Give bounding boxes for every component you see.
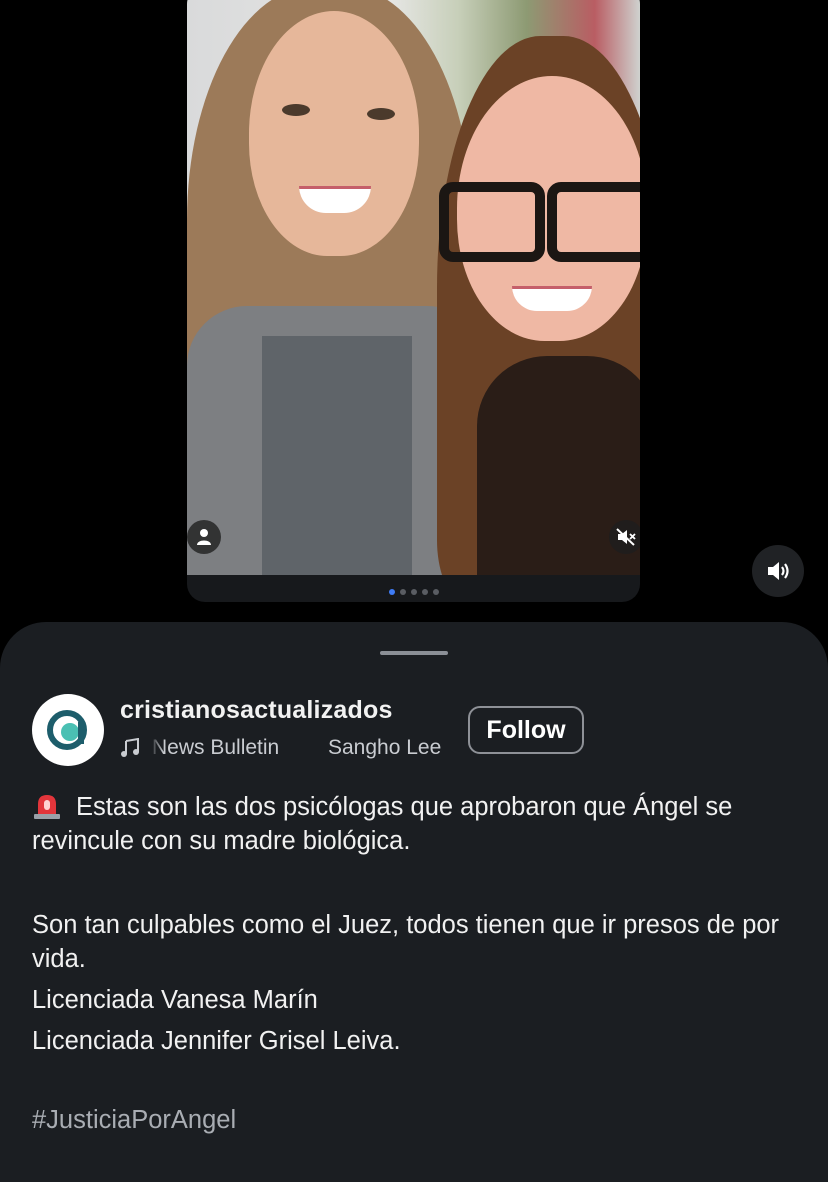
music-note-icon <box>120 737 140 764</box>
music-track-secondary: Sangho Lee <box>328 736 442 759</box>
carousel-dot <box>399 589 406 595</box>
username[interactable]: cristianosactualizados <box>120 696 393 725</box>
follow-button[interactable]: Follow <box>468 706 584 754</box>
photo-mouth-right <box>512 286 592 311</box>
avatar[interactable] <box>32 694 104 766</box>
post-photo[interactable] <box>187 0 640 575</box>
post-details-sheet: cristianosactualizados News Bulletin San… <box>0 622 828 1182</box>
photo-eye-left-2 <box>367 108 395 120</box>
caption-line-1: Estas son las dos psicólogas que aprobar… <box>32 793 733 855</box>
photo-glasses-left <box>439 182 545 262</box>
caption-line-3: Licenciada Vanesa Marín <box>32 986 318 1014</box>
siren-icon <box>32 790 62 820</box>
photo-sweater-left <box>262 336 412 575</box>
mute-indicator[interactable] <box>609 520 640 554</box>
tagged-people-button[interactable] <box>187 520 221 554</box>
speaker-icon <box>768 562 789 580</box>
media-card[interactable] <box>187 0 640 602</box>
music-info[interactable]: News Bulletin Sangho Lee <box>120 734 442 764</box>
volume-button[interactable] <box>752 545 804 597</box>
hashtag-link[interactable]: #JusticiaPorAngel <box>32 1106 236 1135</box>
carousel-dot <box>410 589 417 595</box>
caption-line-4: Licenciada Jennifer Grisel Leiva. <box>32 1027 401 1055</box>
photo-glasses-right <box>547 182 640 262</box>
caption-paragraph-1: Estas son las dos psicólogas que aprobar… <box>32 790 802 858</box>
sheet-drag-handle[interactable] <box>380 651 448 655</box>
carousel-dot <box>421 589 428 595</box>
speaker-muted-icon <box>616 528 636 546</box>
caption-line-2: Son tan culpables como el Juez, todos ti… <box>32 911 780 973</box>
music-marquee-fade <box>150 734 164 764</box>
carousel-dot-active <box>388 589 395 595</box>
carousel-indicator <box>187 589 640 595</box>
profile-logo-icon <box>47 710 87 750</box>
carousel-dot <box>432 589 439 595</box>
person-icon <box>197 529 211 545</box>
music-track-primary: News Bulletin <box>152 736 280 759</box>
photo-face-left <box>249 11 419 256</box>
photo-eye-left-1 <box>282 104 310 116</box>
